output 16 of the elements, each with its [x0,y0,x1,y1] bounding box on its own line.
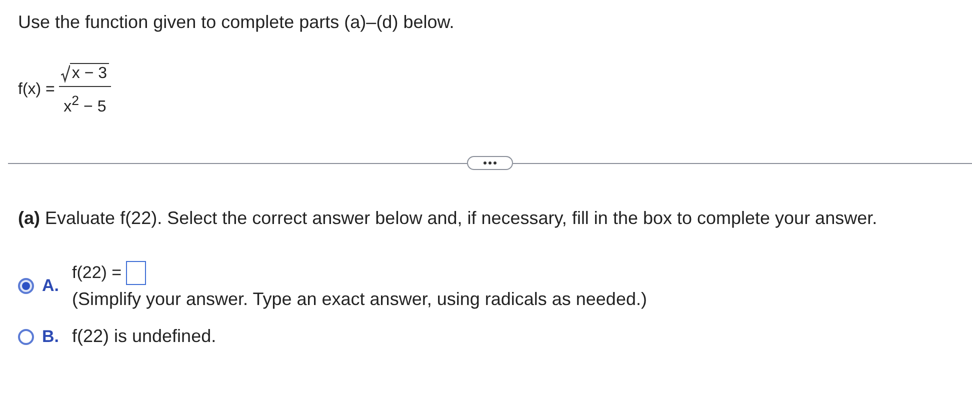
option-letter: B. [42,326,60,347]
radio-button[interactable] [18,278,34,294]
answer-hint: (Simplify your answer. Type an exact answer, using radicals as needed.) [72,289,647,310]
expand-button[interactable] [467,156,513,170]
fraction-denominator: x$^{2}$ − 5 [64,92,106,116]
answer-box[interactable] [126,261,146,286]
option-text: f(22) is undefined. [72,326,216,348]
question-text: (a) Evaluate f(22). Select the correct answer below and, if necessary, fill in the box to complete your answer. [18,208,878,230]
fraction-numerator: x − 3 [70,63,110,83]
instruction-text: Use the function given to complete parts (a)–(d) below. [18,12,456,33]
option-letter: A. [42,276,60,296]
radical-sign-icon [60,65,70,83]
answer-prompt: f(22) = [72,263,122,284]
radio-button[interactable] [18,328,34,345]
dots-icon [483,161,497,166]
formula-lhs: f(x) = [18,80,55,99]
